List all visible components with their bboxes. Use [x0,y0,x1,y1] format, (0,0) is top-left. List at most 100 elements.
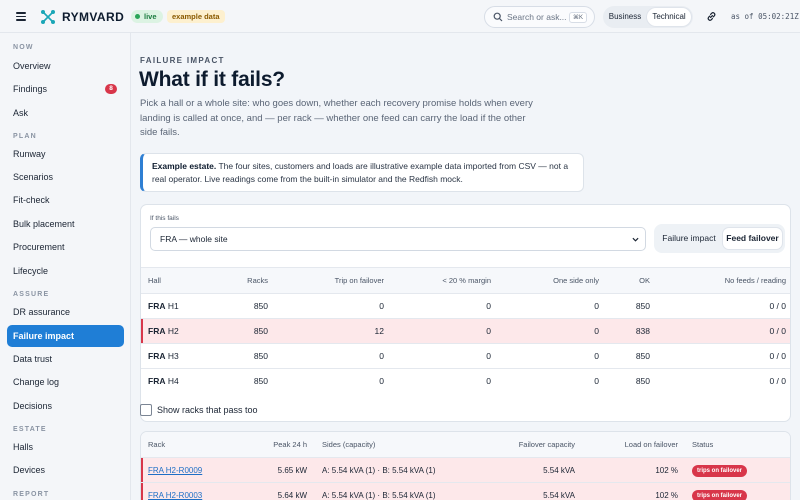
column-header[interactable]: Rack [148,432,165,457]
sidebar-item-ask[interactable]: Ask [7,102,124,124]
search-input[interactable]: Search or ask... ⌘K [484,6,595,28]
sidebar-item-scenarios[interactable]: Scenarios [7,166,124,188]
ok-cell: 850 [635,351,650,361]
no-feeds-cell: 0 / 0 [769,301,786,311]
failure-scope-label: If this fails [150,215,179,222]
rack-table-header: Rack Peak 24 h Sides (capacity) Failover… [141,432,790,457]
one-side-cell: 0 [594,301,599,311]
brand-name[interactable]: RYMVARD [62,10,124,24]
peak-cell: 5.65 kW [277,466,307,475]
status-badge: trips on failover [692,464,748,477]
show-passing-checkbox[interactable] [140,404,152,416]
view-business-button[interactable]: Business [605,8,645,26]
failure-scope-select[interactable]: FRA — whole site [150,227,646,251]
sidebar-item-runway[interactable]: Runway [7,143,124,165]
menu-icon[interactable] [16,12,26,21]
hall-name: H3 [167,351,179,361]
hall-name: H4 [167,376,179,386]
ok-cell: 850 [635,376,650,386]
top-bar: RYMVARD live example data Search or ask.… [0,0,800,33]
column-header[interactable]: Hall [148,268,161,293]
sidebar-item-change-log[interactable]: Change log [7,371,124,393]
margin-cell: 0 [486,376,491,386]
sidebar-item-procurement[interactable]: Procurement [7,236,124,258]
sidebar-item-devices[interactable]: Devices [7,459,124,481]
failure-scope-value: FRA — whole site [160,234,228,244]
sidebar-item-findings[interactable]: Findings 8 [7,78,124,100]
failover-capacity-cell: 5.54 kVA [543,491,575,500]
sidebar-item-decisions[interactable]: Decisions [7,395,124,417]
as-of-timestamp: as of 05:02:21Z [731,12,799,21]
sidebar-section-plan: PLAN [13,133,37,140]
column-header[interactable]: One side only [553,268,599,293]
column-header[interactable]: Racks [247,268,268,293]
sidebar: NOW Overview Findings 8 Ask PLAN Runway … [0,33,131,500]
ok-cell: 850 [635,301,650,311]
site-code: FRA [148,376,166,386]
hall-name: H2 [167,326,179,336]
ok-cell: 838 [635,326,650,336]
sidebar-section-assure: ASSURE [13,291,50,298]
load-on-failover-cell: 102 % [655,466,678,475]
racks-cell: 850 [253,351,268,361]
sidebar-item-lifecycle[interactable]: Lifecycle [7,260,124,282]
column-header[interactable]: < 20 % margin [442,268,491,293]
sidebar-item-data-trust[interactable]: Data trust [7,348,124,370]
rack-link[interactable]: FRA H2-R0009 [148,458,202,483]
chevron-down-icon [632,237,639,242]
sidebar-item-bulk-placement[interactable]: Bulk placement [7,213,124,235]
margin-cell: 0 [486,351,491,361]
site-code: FRA [148,351,166,361]
hall-table-row-alert[interactable]: FRA H2 850 12 0 0 838 0 / 0 [141,318,790,343]
sidebar-item-fit-check[interactable]: Fit-check [7,189,124,211]
example-estate-callout: Example estate. The four sites, customer… [140,153,584,192]
hall-table-row[interactable]: FRA H1 850 0 0 0 850 0 / 0 [141,293,790,318]
margin-cell: 0 [486,301,491,311]
rack-link[interactable]: FRA H2-R0003 [148,483,202,500]
sidebar-item-failure-impact[interactable]: Failure impact [7,325,124,347]
rack-table-row[interactable]: FRA H2-R0009 5.65 kW A: 5.54 kVA (1) · B… [141,457,790,483]
rack-table-row[interactable]: FRA H2-R0003 5.64 kW A: 5.54 kVA (1) · B… [141,482,790,500]
column-header[interactable]: No feeds / reading [725,268,786,293]
column-header[interactable]: Status [692,432,713,457]
hall-table-row[interactable]: FRA H4 850 0 0 0 850 0 / 0 [141,368,790,393]
page-description: Pick a hall or a whole site: who goes do… [140,98,533,138]
hall-table-row[interactable]: FRA H3 850 0 0 0 850 0 / 0 [141,343,790,368]
mode-toggle: Failure impact Feed failover [654,224,785,253]
sides-cell: A: 5.54 kVA (1) · B: 5.54 kVA (1) [322,491,436,500]
column-header[interactable]: Trip on failover [335,268,384,293]
example-data-badge: example data [167,10,225,23]
sidebar-item-halls[interactable]: Halls [7,436,124,458]
sides-cell: A: 5.54 kVA (1) · B: 5.54 kVA (1) [322,466,436,475]
no-feeds-cell: 0 / 0 [769,326,786,336]
sidebar-item-dr-assurance[interactable]: DR assurance [7,301,124,323]
show-passing-label[interactable]: Show racks that pass too [157,405,258,415]
column-header[interactable]: OK [639,268,650,293]
live-badge: live [131,10,163,23]
main-content: FAILURE IMPACT What if it fails? Pick a … [131,33,800,500]
margin-cell: 0 [486,326,491,336]
sidebar-item-overview[interactable]: Overview [7,55,124,77]
hall-table-header: Hall Racks Trip on failover < 20 % margi… [141,268,790,293]
live-dot-icon [135,14,140,19]
site-code: FRA [148,301,166,311]
trip-cell: 0 [379,376,384,386]
one-side-cell: 0 [594,376,599,386]
page-title: What if it fails? [139,68,285,91]
column-header[interactable]: Load on failover [625,432,678,457]
link-icon[interactable] [706,11,717,22]
view-toggle: Business Technical [603,6,693,28]
column-header[interactable]: Sides (capacity) [322,432,375,457]
column-header[interactable]: Peak 24 h [273,432,307,457]
findings-count-badge: 8 [105,84,117,94]
sidebar-item-label: Findings [13,84,48,94]
page-eyebrow: FAILURE IMPACT [140,56,225,65]
search-placeholder: Search or ask... [507,12,567,22]
column-header[interactable]: Failover capacity [519,432,575,457]
tab-feed-failover[interactable]: Feed failover [723,228,782,249]
one-side-cell: 0 [594,326,599,336]
status-badge: trips on failover [692,489,748,500]
hall-impact-card: If this fails FRA — whole site Failure i… [140,204,791,422]
tab-failure-impact[interactable]: Failure impact [657,228,721,249]
view-technical-button[interactable]: Technical [647,8,691,26]
